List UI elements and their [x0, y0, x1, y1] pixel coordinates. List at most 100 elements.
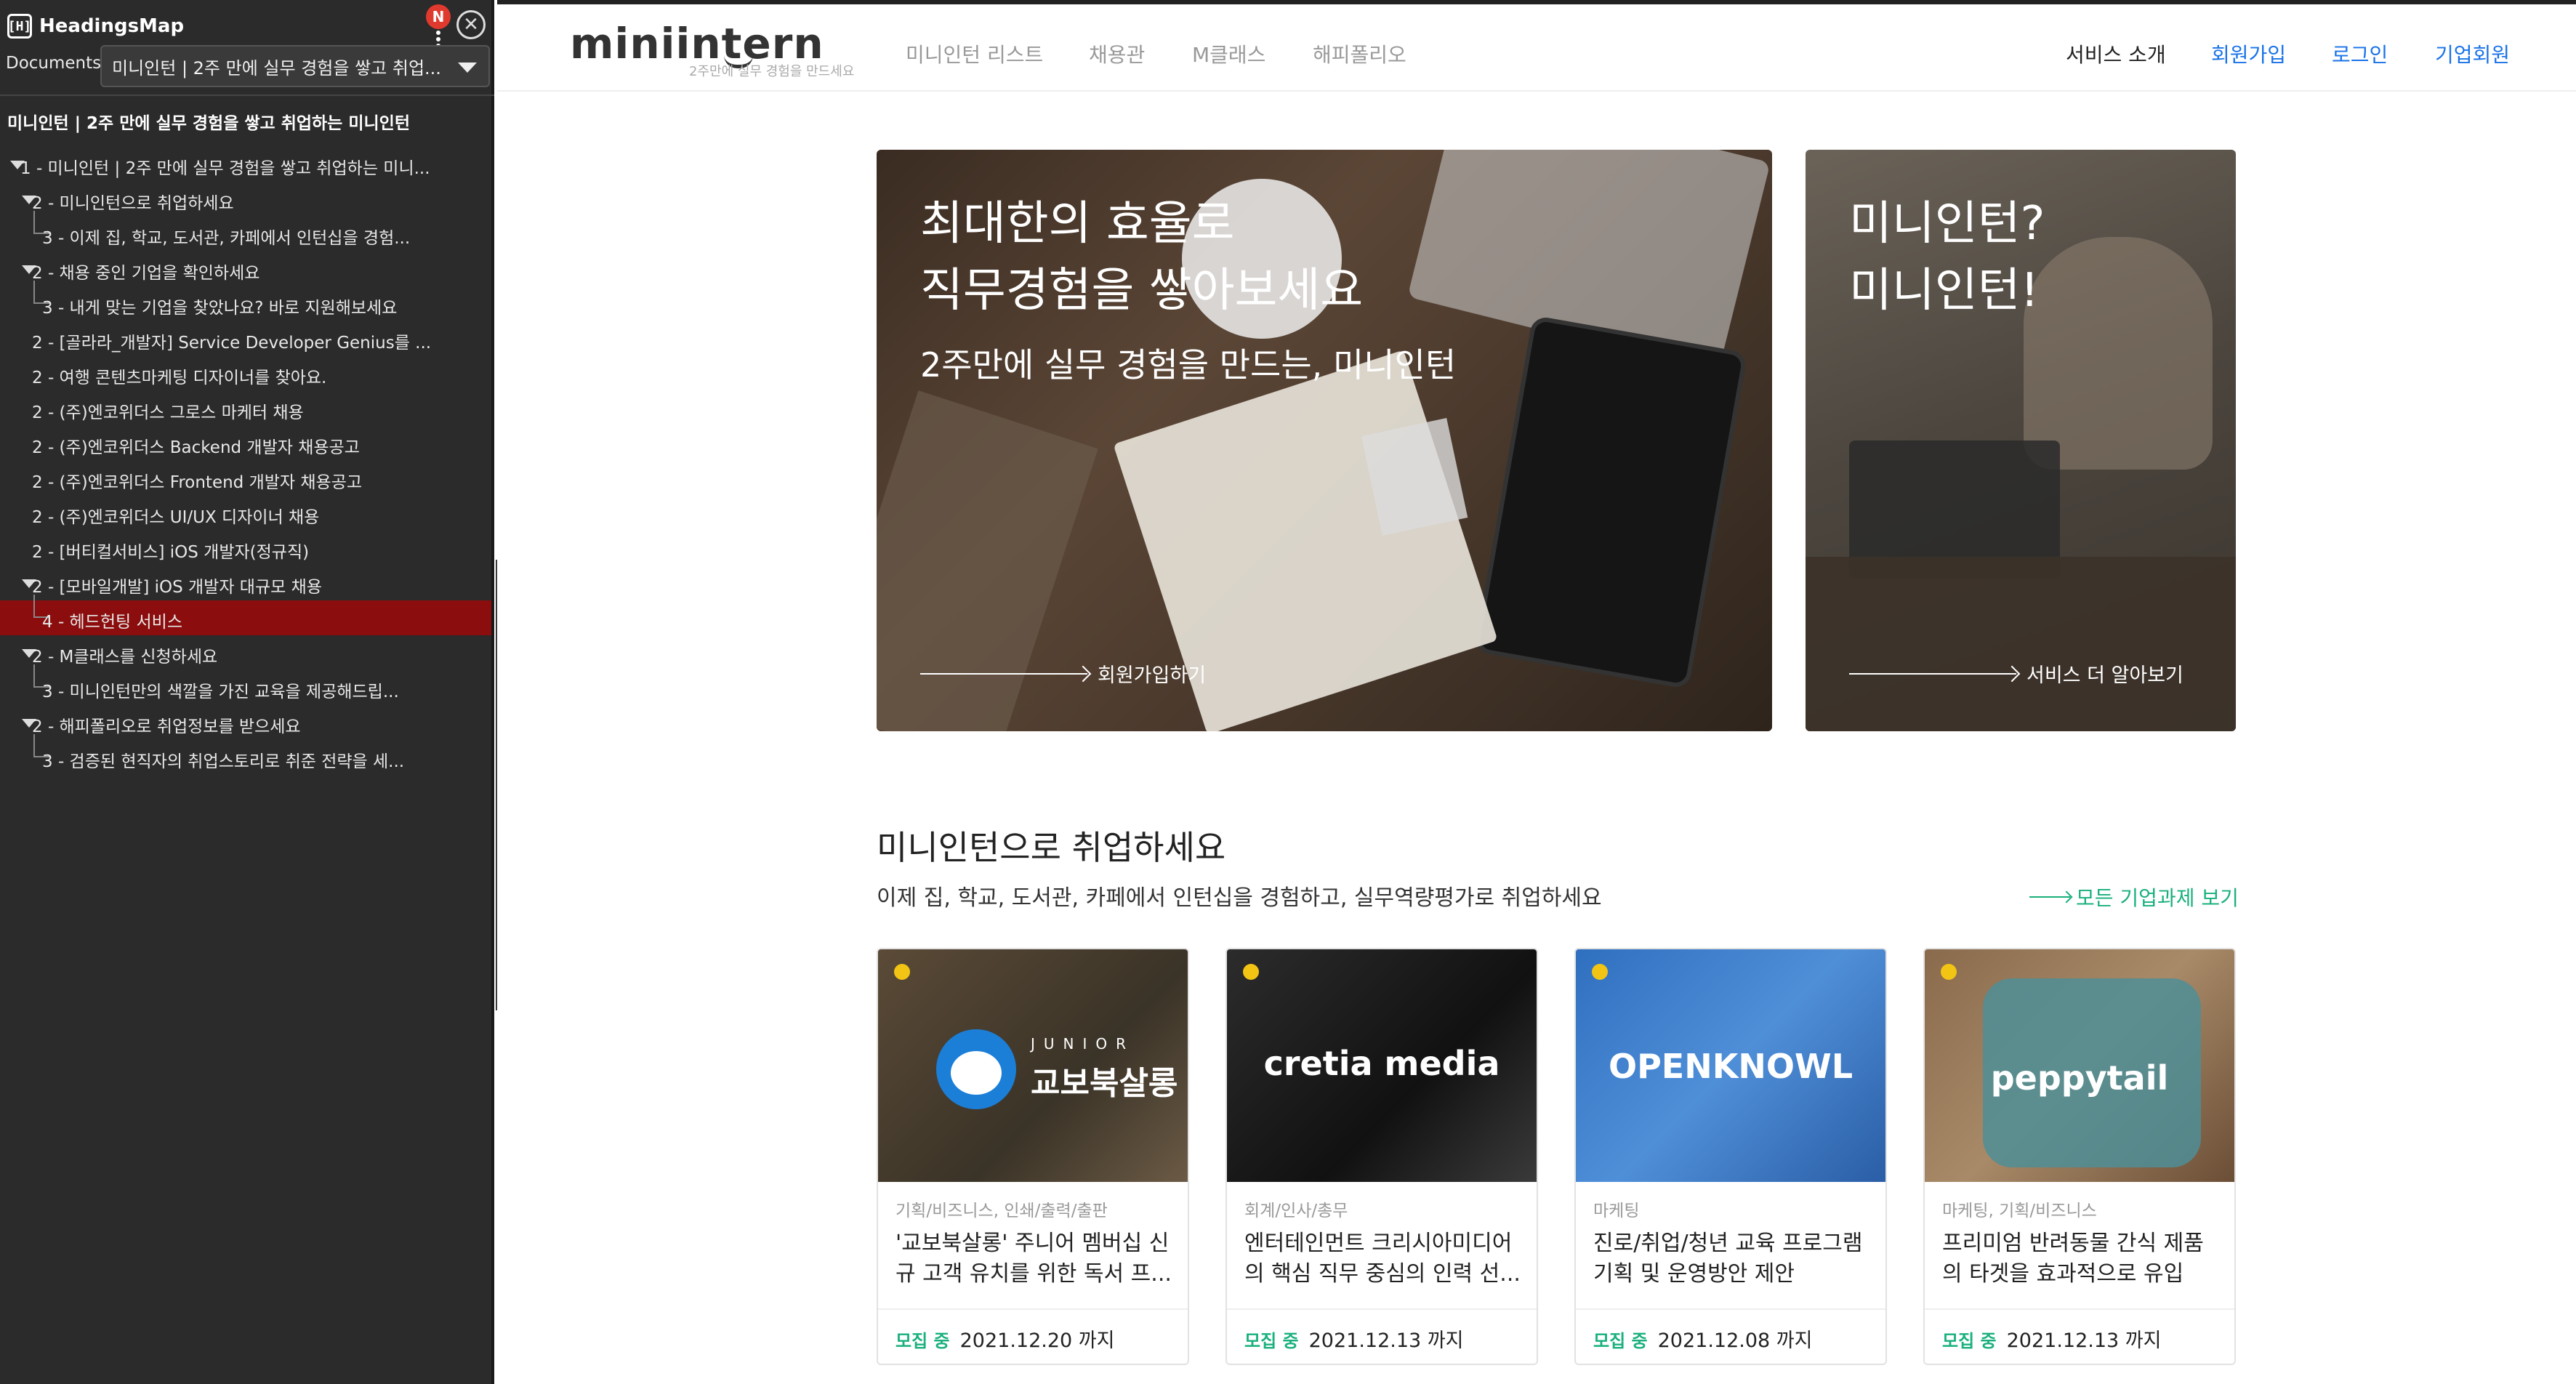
site-logo[interactable]: miniintern 2주만에 실무 경험을 만드세요	[570, 19, 854, 79]
close-icon[interactable]: ✕	[456, 10, 486, 39]
tree-item-label: 3 - 검증된 현직자의 취업스토리로 취준 전략을 세...	[42, 752, 405, 771]
view-all-tasks-link[interactable]: 모든 기업과제 보기	[2029, 882, 2239, 912]
tree-item-selected[interactable]: 4 - 헤드헌팅 서비스	[0, 595, 491, 635]
section-description: 이제 집, 학교, 도서관, 카페에서 인턴십을 경험하고, 실무역량평가로 취…	[877, 885, 1602, 911]
document-select[interactable]: 미니인턴 | 2주 만에 실무 경험을 쌓고 취업...	[100, 45, 490, 87]
tablet-image	[1473, 315, 1748, 690]
tree-item-label: 2 - [골라라_개발자] Service Developer Genius를 …	[32, 334, 432, 353]
nav-signup[interactable]: 회원가입	[2211, 39, 2286, 68]
logo-tagline: 2주만에 실무 경험을 만드세요	[689, 64, 855, 79]
status-dot	[894, 964, 910, 980]
tree-item[interactable]: 2 - 해피폴리오로 취업정보를 받으세요	[0, 705, 491, 740]
divider	[1227, 1308, 1537, 1310]
card-deadline: 2021.12.13 까지	[2006, 1329, 2162, 1352]
headings-tree: 1 - 미니인턴 | 2주 만에 실무 경험을 쌓고 취업하는 미니... 2 -…	[0, 147, 491, 775]
hero-side-title-line1: 미니인턴?	[1849, 197, 2045, 251]
tree-item-label: 3 - 이제 집, 학교, 도서관, 카페에서 인턴십을 경험...	[42, 229, 411, 248]
tree-item[interactable]: 2 - [모바일개발] iOS 개발자 대규모 채용	[0, 566, 491, 600]
table-image	[1806, 557, 2236, 731]
tree-item[interactable]: 2 - 미니인턴으로 취업하세요	[0, 182, 491, 217]
card-thumbnail: JUNIOR 교보북살롱	[878, 949, 1188, 1182]
card-brand: cretia media	[1263, 1044, 1500, 1083]
card-status: 모집 중	[1942, 1331, 1997, 1351]
status-dot	[1243, 964, 1259, 980]
mascot-face-icon	[951, 1051, 1002, 1095]
nav-service-intro[interactable]: 서비스 소개	[2066, 39, 2166, 68]
document-select-value: 미니인턴 | 2주 만에 실무 경험을 쌓고 취업...	[112, 57, 441, 79]
website-viewport: miniintern 2주만에 실무 경험을 만드세요 미니인턴 리스트 채용관…	[497, 0, 2576, 1384]
divider	[1576, 1308, 1885, 1310]
card-footer: 모집 중 2021.12.20 까지	[895, 1324, 1114, 1353]
tree-item[interactable]: 1 - 미니인턴 | 2주 만에 실무 경험을 쌓고 취업하는 미니...	[0, 147, 491, 182]
headingsmap-logo-icon: [H]	[7, 14, 32, 39]
tree-item-label: 3 - 미니인턴만의 색깔을 가진 교육을 제공해드립...	[42, 683, 399, 701]
panel-title-text: HeadingsMap	[39, 15, 185, 37]
task-card[interactable]: cretia media 회계/인사/총무 엔터테인먼트 크리시아미디어의 핵심…	[1225, 948, 1538, 1365]
tree-item[interactable]: 3 - 이제 집, 학교, 도서관, 카페에서 인턴십을 경험...	[0, 211, 491, 252]
hero-main-title-line2: 직무경험을 쌓아보세요	[920, 264, 1364, 318]
divider	[0, 94, 494, 96]
nav-miniintern-list[interactable]: 미니인턴 리스트	[906, 39, 1043, 68]
card-status: 모집 중	[1593, 1331, 1648, 1351]
tree-item-label: 2 - [버티컬서비스] iOS 개발자(정규직)	[32, 543, 310, 562]
chevron-down-icon	[458, 63, 477, 73]
hero-signup-link-label: 회원가입하기	[1098, 664, 1207, 687]
arrow-right-icon	[920, 672, 1087, 675]
hero-main-title-line1: 최대한의 효율로	[920, 197, 1235, 251]
card-deadline: 2021.12.13 까지	[1308, 1329, 1464, 1352]
nav-happyfolio[interactable]: 해피폴리오	[1313, 39, 1406, 68]
tree-item-label: 2 - M클래스를 신청하세요	[32, 648, 218, 667]
task-card[interactable]: peppytail 마케팅, 기획/비즈니스 프리미엄 반려동물 간식 제품의 …	[1923, 948, 2236, 1365]
card-title: 엔터테인먼트 크리시아미디어의 핵심 직무 중심의 인력 선...	[1244, 1231, 1521, 1287]
tree-item[interactable]: 2 - (주)엔코위더스 UI/UX 디자이너 채용	[0, 496, 491, 531]
panel-title: [H] HeadingsMap	[7, 10, 184, 42]
card-status: 모집 중	[895, 1331, 950, 1351]
hero-signup-link[interactable]: 회원가입하기	[920, 659, 1206, 688]
tree-item[interactable]: 2 - 채용 중인 기업을 확인하세요	[0, 252, 491, 286]
card-brand: peppytail	[1990, 1058, 2169, 1098]
card-status: 모집 중	[1244, 1331, 1299, 1351]
card-brand: OPENKNOWL	[1608, 1047, 1853, 1086]
nav-mclass[interactable]: M클래스	[1192, 39, 1265, 68]
card-category: 기획/비즈니스, 인쇄/출력/출판	[895, 1202, 1108, 1220]
tree-item[interactable]: 2 - [버티컬서비스] iOS 개발자(정규직)	[0, 531, 491, 566]
tree-item[interactable]: 2 - (주)엔코위더스 Backend 개발자 채용공고	[0, 426, 491, 461]
notification-badge[interactable]: N	[426, 4, 451, 29]
card-thumbnail: OPENKNOWL	[1576, 949, 1885, 1182]
person-image	[2024, 237, 2213, 470]
tree-item-label: 2 - (주)엔코위더스 Backend 개발자 채용공고	[32, 438, 360, 457]
headingsmap-panel: [H] HeadingsMap N ✕ Documents 미니인턴 | 2주 …	[0, 0, 506, 1384]
card-category: 회계/인사/총무	[1244, 1202, 1348, 1220]
status-dot	[1592, 964, 1608, 980]
hero-service-link-label: 서비스 더 알아보기	[2026, 664, 2183, 687]
tree-item-label: 2 - 여행 콘텐츠마케팅 디자이너를 찾아요.	[32, 369, 327, 387]
hero-service-link[interactable]: 서비스 더 알아보기	[1849, 659, 2183, 688]
divider	[1925, 1308, 2234, 1310]
page-title: 미니인턴 | 2주 만에 실무 경험을 쌓고 취업하는 미니인턴	[7, 114, 410, 133]
task-card[interactable]: OPENKNOWL 마케팅 진로/취업/청년 교육 프로그램 기획 및 운영방안…	[1574, 948, 1887, 1365]
card-deadline: 2021.12.08 까지	[1657, 1329, 1813, 1352]
tree-item-label: 2 - 채용 중인 기업을 확인하세요	[32, 264, 260, 283]
tree-item[interactable]: 3 - 내게 맞는 기업을 찾았나요? 바로 지원해보세요	[0, 281, 491, 321]
card-category: 마케팅, 기획/비즈니스	[1942, 1202, 2097, 1220]
tree-item[interactable]: 3 - 검증된 현직자의 취업스토리로 취준 전략을 세...	[0, 734, 491, 775]
hero-main-banner[interactable]: 최대한의 효율로 직무경험을 쌓아보세요 2주만에 실무 경험을 만드는, 미니…	[877, 150, 1772, 731]
hero-main-subtitle: 2주만에 실무 경험을 만드는, 미니인턴	[920, 345, 1457, 385]
hero-side-banner[interactable]: 미니인턴? 미니인턴! 서비스 더 알아보기	[1806, 150, 2236, 731]
tree-item[interactable]: 2 - 여행 콘텐츠마케팅 디자이너를 찾아요.	[0, 356, 491, 391]
site-header: miniintern 2주만에 실무 경험을 만드세요 미니인턴 리스트 채용관…	[497, 4, 2576, 92]
tree-item[interactable]: 2 - (주)엔코위더스 그로스 마케터 채용	[0, 391, 491, 426]
hero-main-title: 최대한의 효율로 직무경험을 쌓아보세요	[920, 190, 1363, 324]
tree-item[interactable]: 2 - (주)엔코위더스 Frontend 개발자 채용공고	[0, 461, 491, 496]
card-title: '교보북살롱' 주니어 멤버십 신규 고객 유치를 위한 독서 프...	[895, 1231, 1172, 1287]
arrow-right-icon	[1849, 672, 2016, 675]
tree-item-label: 2 - [모바일개발] iOS 개발자 대규모 채용	[32, 578, 322, 597]
tree-item[interactable]: 2 - [골라라_개발자] Service Developer Genius를 …	[0, 321, 491, 356]
nav-recruit[interactable]: 채용관	[1089, 39, 1145, 68]
task-card[interactable]: JUNIOR 교보북살롱 기획/비즈니스, 인쇄/출력/출판 '교보북살롱' 주…	[877, 948, 1189, 1365]
nav-business[interactable]: 기업회원	[2435, 39, 2510, 68]
tree-item[interactable]: 2 - M클래스를 신청하세요	[0, 635, 491, 670]
card-footer: 모집 중 2021.12.13 까지	[1942, 1324, 2161, 1353]
tree-item[interactable]: 3 - 미니인턴만의 색깔을 가진 교육을 제공해드립...	[0, 664, 491, 705]
nav-login[interactable]: 로그인	[2332, 39, 2388, 68]
